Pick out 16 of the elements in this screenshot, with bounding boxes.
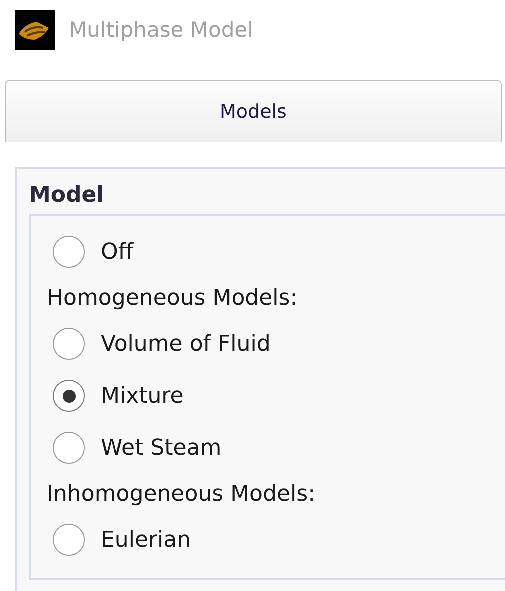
radio-button[interactable]: [53, 328, 85, 360]
app-icon: [15, 10, 55, 50]
radio-button[interactable]: [53, 380, 85, 412]
radio-label[interactable]: Off: [101, 240, 134, 264]
radio-label[interactable]: Volume of Fluid: [101, 332, 271, 356]
group-title: Model: [29, 183, 106, 208]
section-label: Inhomogeneous Models:: [47, 480, 316, 508]
radio-label[interactable]: Mixture: [101, 384, 184, 408]
radio-button[interactable]: [53, 236, 85, 268]
radio-button[interactable]: [53, 432, 85, 464]
radio-button[interactable]: [53, 524, 85, 556]
window-title: Multiphase Model: [69, 18, 254, 42]
radio-label[interactable]: Eulerian: [101, 528, 192, 552]
tab[interactable]: Models: [5, 80, 502, 142]
radio-label[interactable]: Wet Steam: [101, 436, 222, 460]
section-label: Homogeneous Models:: [47, 284, 299, 312]
